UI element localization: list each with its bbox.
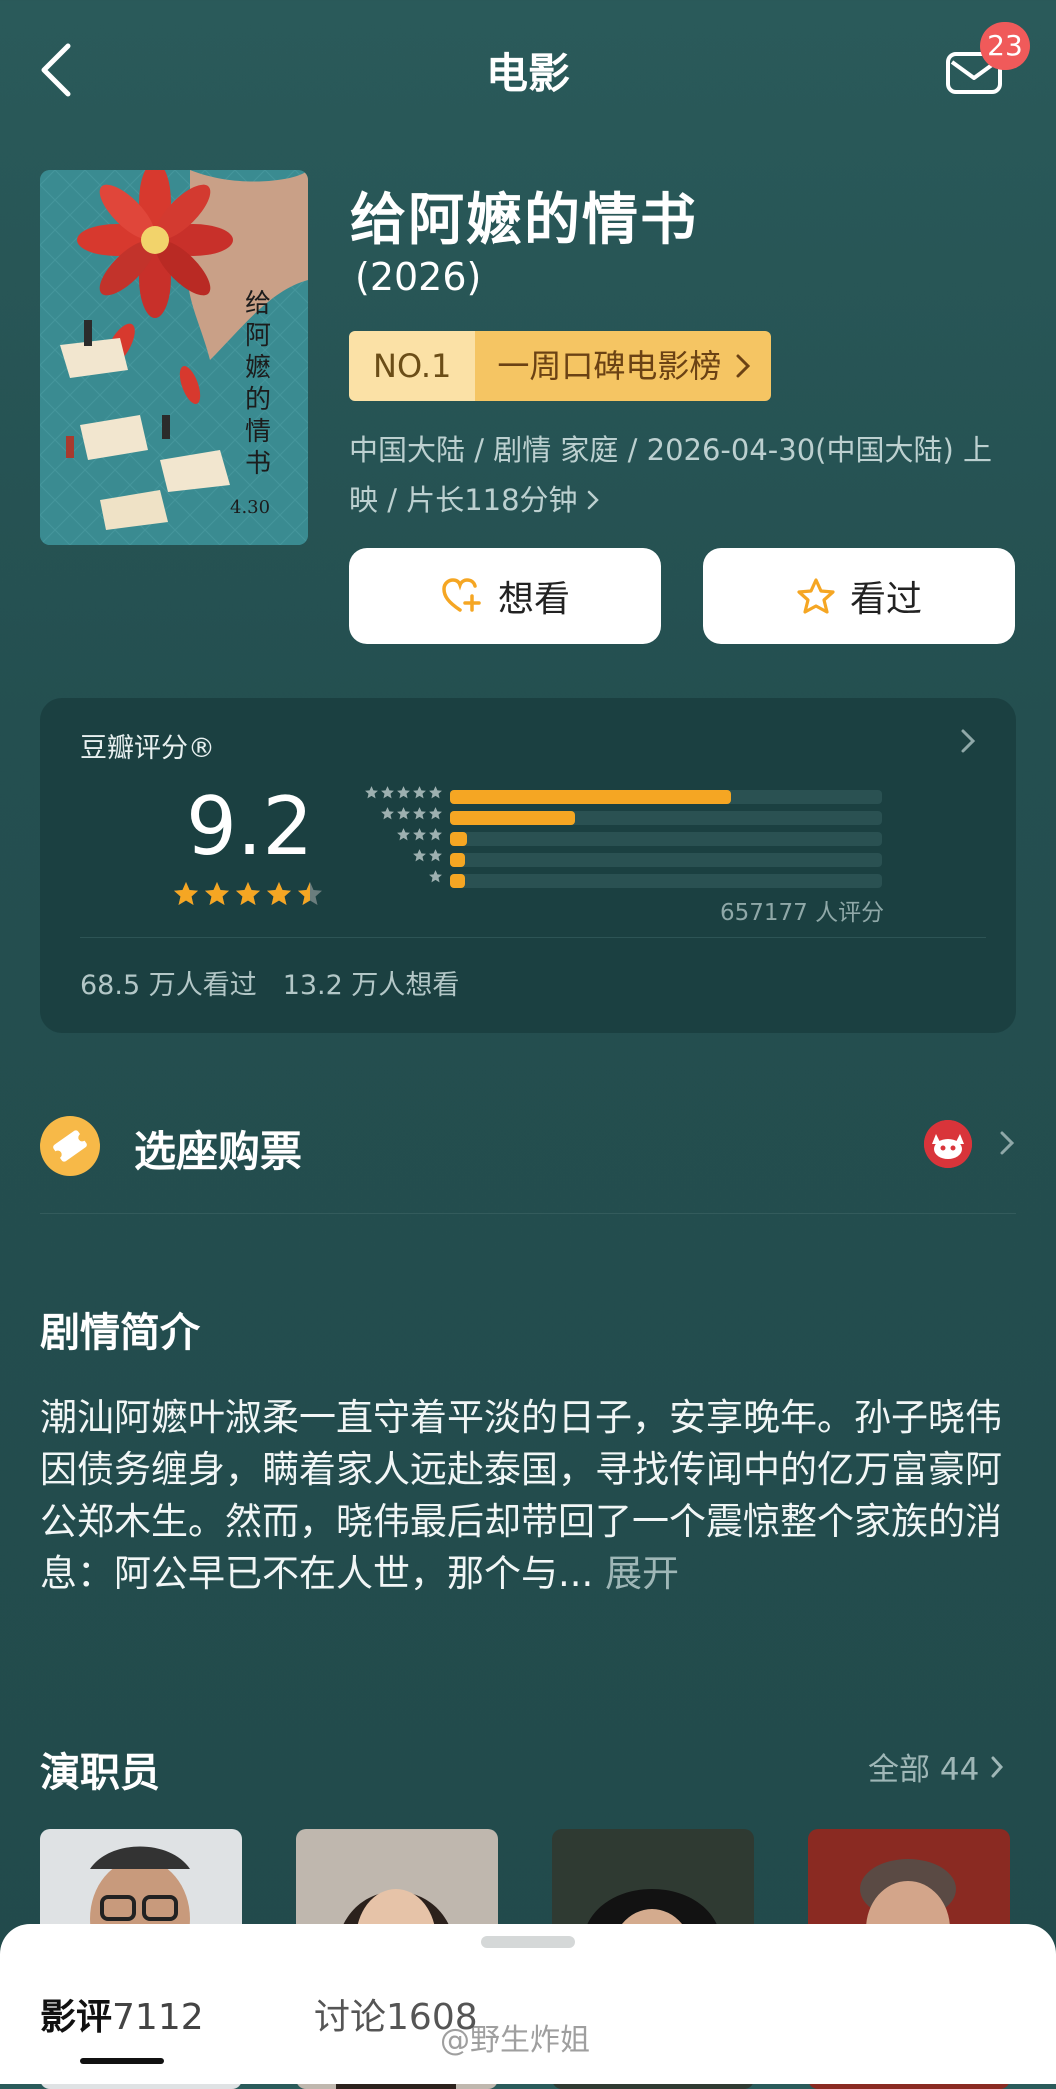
star-icon — [381, 807, 394, 820]
movie-meta[interactable]: 中国大陆 / 剧情 家庭 / 2026-04-30(中国大陆) 上 映 / 片长… — [349, 425, 1009, 525]
distribution-bar-5-star — [450, 790, 731, 804]
distribution-bar-track — [450, 811, 882, 825]
drag-handle[interactable] — [481, 1936, 575, 1948]
chevron-right-icon — [587, 490, 599, 510]
rating-brand: 豆瓣评分® — [80, 733, 215, 764]
want-count: 13.2 万人想看 — [282, 970, 460, 1001]
distribution-bar-1-star — [450, 874, 466, 888]
tab-reviews-count: 7112 — [112, 1997, 204, 2038]
poster-date: 4.30 — [230, 497, 270, 518]
star-icon — [397, 807, 410, 820]
watched-label: 看过 — [849, 579, 922, 620]
movie-title: 给阿嬷的情书 — [350, 188, 698, 253]
star-icon — [429, 807, 442, 820]
watermark: @野生炸姐 — [440, 2023, 590, 2058]
distribution-bar-track — [450, 853, 882, 867]
star-icon — [365, 786, 378, 799]
watch-counts: 68.5 万人看过 13.2 万人想看 — [80, 963, 459, 1002]
meta-line-1: 中国大陆 / 剧情 家庭 / 2026-04-30(中国大陆) 上 — [349, 433, 993, 467]
cast-all-label: 全部 44 — [868, 1752, 980, 1788]
heart-plus-icon — [442, 578, 481, 612]
synopsis-title: 剧情简介 — [40, 1310, 200, 1356]
star-icon — [429, 786, 442, 799]
svg-text:情: 情 — [245, 417, 271, 447]
star-icon — [236, 882, 260, 905]
ticket-icon — [40, 1116, 100, 1176]
distribution-bar-track — [450, 874, 882, 888]
distribution-bar-3-star — [450, 832, 468, 846]
rank-label-wrap: 一周口碑电影榜 — [475, 331, 772, 401]
svg-text:书: 书 — [245, 449, 271, 479]
chevron-right-icon — [1000, 1131, 1015, 1155]
star-icon — [429, 828, 442, 841]
cast-all-link[interactable]: 全部 44 — [868, 1744, 1005, 1789]
page-title: 电影 — [485, 49, 570, 98]
star-icon — [429, 849, 442, 862]
star-level-1 — [343, 869, 443, 890]
star-icon — [429, 870, 442, 883]
cast-title: 演职员 — [40, 1750, 160, 1796]
expand-link[interactable]: 展开 — [605, 1552, 679, 1595]
star-level-4 — [343, 806, 443, 827]
rating-details-arrow[interactable] — [958, 726, 978, 760]
rating-score: 9.2 — [186, 780, 314, 873]
svg-text:嬷: 嬷 — [245, 353, 271, 383]
buy-ticket-label: 选座购票 — [134, 1127, 303, 1176]
rank-label: 一周口碑电影榜 — [497, 347, 722, 385]
tab-reviews[interactable]: 影评7112 — [40, 1988, 204, 2040]
star-icon — [797, 578, 835, 614]
distribution-bar-track — [450, 832, 882, 846]
chevron-right-icon — [736, 354, 751, 378]
star-icon — [397, 828, 410, 841]
star-icon — [413, 849, 426, 862]
distribution-bar-track — [450, 790, 882, 804]
meta-line-2: 映 / 片长118分钟 — [349, 483, 578, 517]
movie-poster[interactable]: 给 阿 嬷 的 情 书 4.30 — [40, 170, 308, 545]
star-icon — [267, 882, 291, 905]
star-icon — [174, 882, 198, 905]
watched-button[interactable]: 看过 — [703, 548, 1015, 644]
synopsis-text-block[interactable]: 潮汕阿嬷叶淑柔一直守着平淡的日子，安享晚年。孙子晓伟因债务缠身，瞒着家人远赴泰国… — [40, 1392, 1020, 1600]
star-icon — [397, 786, 410, 799]
rating-count: 657177 人评分 — [720, 900, 885, 926]
rank-tag[interactable]: NO.1 一周口碑电影榜 — [349, 331, 772, 401]
star-level-5 — [343, 785, 443, 806]
chevron-right-icon — [961, 729, 976, 753]
star-icon — [298, 882, 322, 905]
tab-reviews-label: 影评 — [40, 1997, 113, 2038]
want-to-watch-label: 想看 — [497, 579, 570, 620]
maoyan-cat-icon — [924, 1120, 972, 1168]
svg-text:给: 给 — [245, 289, 271, 319]
want-to-watch-button[interactable]: 想看 — [349, 548, 661, 644]
rank-number: NO.1 — [349, 331, 476, 401]
watched-count: 68.5 万人看过 — [80, 970, 257, 1001]
star-level-2 — [343, 848, 443, 869]
tab-discussion-label: 讨论 — [314, 1997, 387, 2038]
rating-distribution — [450, 790, 882, 895]
star-icon — [413, 786, 426, 799]
distribution-bar-4-star — [450, 811, 576, 825]
notification-badge: 23 — [980, 22, 1030, 70]
star-icon — [381, 786, 394, 799]
star-level-labels — [343, 785, 443, 890]
rating-stars — [172, 880, 324, 908]
svg-text:的: 的 — [245, 385, 271, 415]
star-level-3 — [343, 827, 443, 848]
star-icon — [413, 807, 426, 820]
movie-year: (2026) — [355, 255, 482, 299]
ticket-arrow — [998, 1128, 1016, 1162]
synopsis-text: 潮汕阿嬷叶淑柔一直守着平淡的日子，安享晚年。孙子晓伟因债务缠身，瞒着家人远赴泰国… — [40, 1396, 1002, 1595]
divider — [80, 937, 986, 938]
star-icon — [413, 828, 426, 841]
poster-image: 给 阿 嬷 的 情 书 4.30 — [40, 170, 308, 545]
star-icon — [205, 882, 229, 905]
meta-line-2-wrap: 映 / 片长118分钟 — [349, 475, 1009, 525]
active-tab-indicator — [80, 2058, 164, 2064]
svg-text:阿: 阿 — [245, 321, 271, 351]
chevron-right-icon — [991, 1756, 1004, 1777]
divider — [40, 1213, 1016, 1214]
distribution-bar-2-star — [450, 853, 466, 867]
